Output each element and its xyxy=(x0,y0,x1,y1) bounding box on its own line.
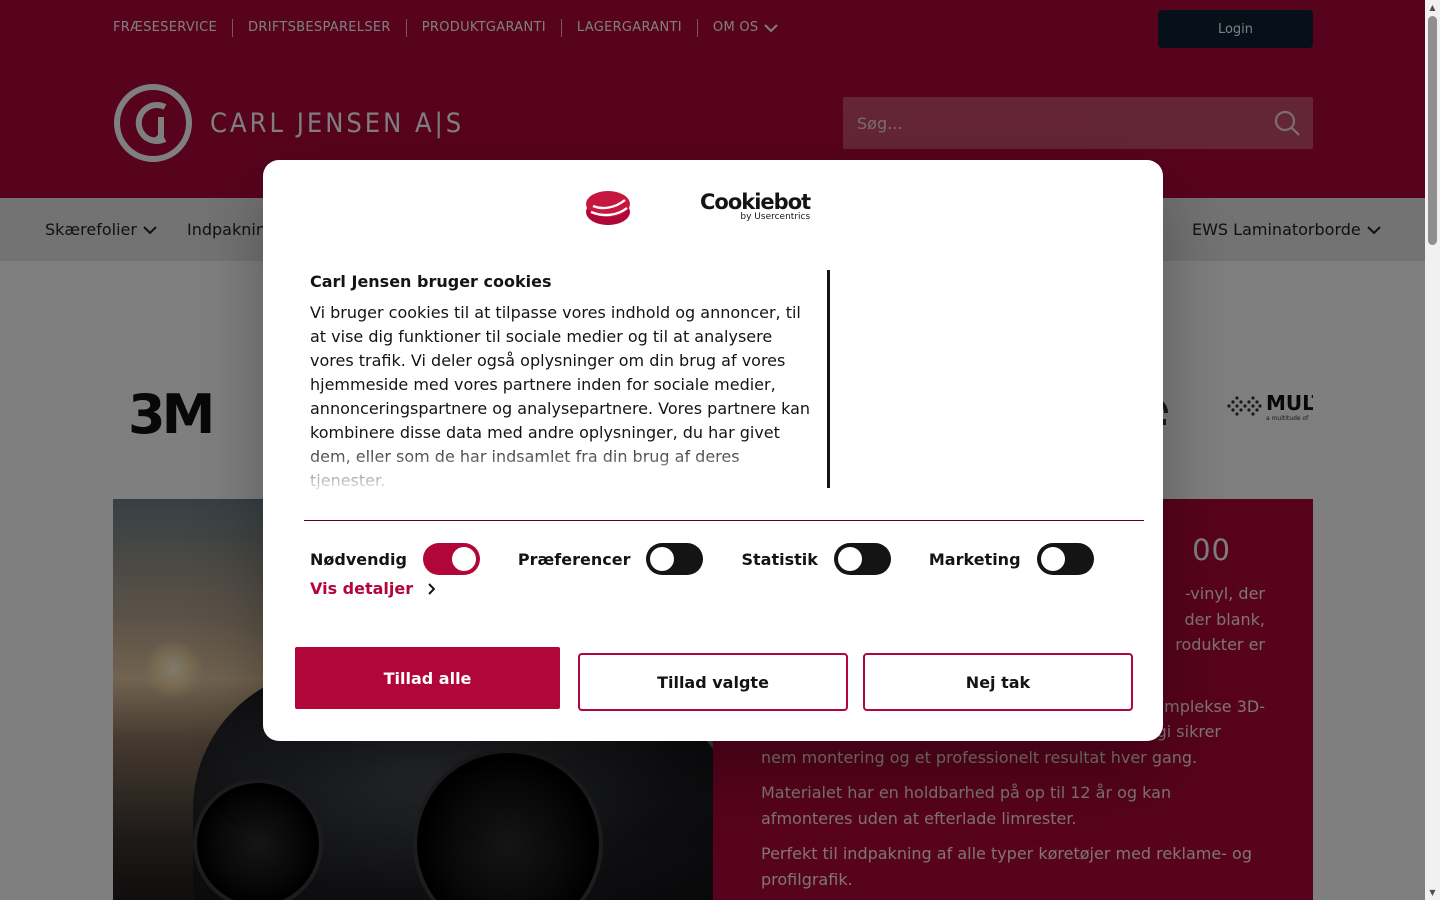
toggle-marketing: Marketing xyxy=(929,543,1094,575)
cookie-consent-dialog: Cookiebot by Usercentrics Carl Jensen br… xyxy=(263,160,1163,741)
marketing-switch[interactable] xyxy=(1036,543,1094,575)
toggle-label: Præferencer xyxy=(517,549,631,569)
allow-selected-button[interactable]: Tillad valgte xyxy=(578,653,848,711)
toggle-necessary: Nødvendig xyxy=(310,543,480,575)
statistics-switch[interactable] xyxy=(833,543,891,575)
toggle-label: Marketing xyxy=(928,549,1021,569)
vertical-scroll-indicator[interactable] xyxy=(827,270,830,488)
cookie-heading: Carl Jensen bruger cookies xyxy=(310,272,552,291)
necessary-switch[interactable] xyxy=(422,543,480,575)
allow-all-button[interactable]: Tillad alle xyxy=(295,647,560,709)
show-details-label: Vis detaljer xyxy=(310,579,414,598)
cookiebot-logo-icon xyxy=(586,191,630,225)
toggle-label: Statistik xyxy=(741,549,818,569)
toggle-statistics: Statistik xyxy=(741,543,891,575)
toggle-label: Nødvendig xyxy=(310,549,407,569)
consent-toggles: Nødvendig Præferencer Statistik Marketin… xyxy=(310,542,1132,576)
switch-knob xyxy=(1040,547,1065,571)
deny-button[interactable]: Nej tak xyxy=(863,653,1133,711)
switch-knob xyxy=(837,547,862,571)
scroll-up-icon[interactable]: ▲ xyxy=(1425,0,1440,15)
cookiebot-brand: Cookiebot by Usercentrics xyxy=(700,190,811,222)
preferences-switch[interactable] xyxy=(646,543,704,575)
scrollbar-thumb[interactable] xyxy=(1428,16,1437,245)
chevron-right-icon xyxy=(428,582,436,595)
cookiebot-name: Cookiebot xyxy=(700,190,811,214)
show-details-link[interactable]: Vis detaljer xyxy=(310,579,436,598)
scroll-down-icon[interactable]: ▼ xyxy=(1425,885,1440,900)
switch-knob xyxy=(451,547,476,571)
cookie-description[interactable]: Vi bruger cookies til at tilpasse vores … xyxy=(310,301,815,491)
toggle-preferences: Præferencer xyxy=(518,543,704,575)
divider xyxy=(304,520,1144,521)
page-scrollbar[interactable]: ▲ ▼ xyxy=(1425,0,1440,900)
switch-knob xyxy=(650,547,675,571)
text-fade xyxy=(310,441,815,491)
